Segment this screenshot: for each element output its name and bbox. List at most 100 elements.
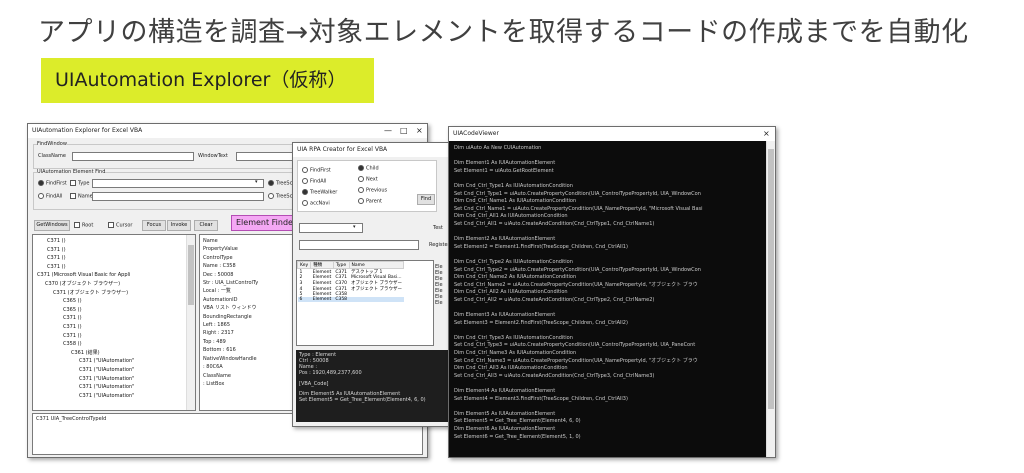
code-line: Dim Cnd_Ctrl_All3 As IUIAutomationCondit…	[454, 365, 568, 372]
code-line: Set Element6 = Get_Tree_Element(Element5…	[454, 433, 581, 440]
radio-treewalker[interactable]: TreeWalker	[302, 189, 337, 196]
tree-item[interactable]: C371 ("UIAutomation"	[35, 375, 195, 384]
right-cell: Ele	[435, 300, 443, 306]
col-kind[interactable]: 種類	[310, 261, 334, 269]
col-name[interactable]: Name	[348, 261, 405, 269]
code-line: Dim Element4 As IUIAutomationElement	[454, 388, 556, 394]
rpa-input[interactable]	[299, 240, 419, 250]
tree-item[interactable]: C371 (Microsoft Visual Basic for Appli	[35, 271, 195, 280]
radio-treewalker-label: TreeWalker	[310, 189, 338, 196]
code-line: Set Cnd_Ctrl_All2 = uiAuto.CreateAndCond…	[454, 296, 655, 303]
tree-item[interactable]: C371 ()	[35, 263, 195, 272]
tree-item[interactable]: C365 ()	[35, 297, 195, 306]
tree-item[interactable]: C358 ()	[35, 340, 195, 349]
radio-parent[interactable]: Parent	[358, 198, 382, 205]
classname-input[interactable]	[72, 152, 194, 161]
tree-item[interactable]: C371 ("UIAutomation"	[35, 383, 195, 392]
table-row[interactable]: 6 Element C358	[297, 297, 404, 302]
chevron-down-icon[interactable]: ▾	[255, 179, 258, 185]
radio-findfirst-label: FindFirst	[310, 167, 331, 174]
name-input[interactable]	[92, 192, 264, 201]
tree-item[interactable]: C371 (オブジェクト ブラウザー)	[35, 289, 195, 298]
findfirst-radio[interactable]: FindFirst	[38, 180, 67, 187]
maximize-button[interactable]: □	[400, 124, 408, 138]
minimize-button[interactable]: —	[384, 124, 392, 138]
tree-view[interactable]: C371 () C371 () C371 () C371 () C371 (Micros…	[32, 234, 196, 411]
type-combo[interactable]	[92, 179, 264, 188]
tree-item[interactable]: C371 ()	[35, 246, 195, 255]
treescope-radio-2[interactable]: TreeSc	[268, 193, 292, 200]
element-grid[interactable]: Key 種類 Type Name 1 Element C371 デスクトップ 1 2 El…	[296, 260, 434, 346]
explorer-title: UIAutomation Explorer for Excel VBA	[32, 127, 143, 134]
code-line: Set Element3 = Element2.FindFirst(TreeSc…	[454, 319, 628, 326]
col-type[interactable]: Type	[332, 261, 350, 269]
root-checkbox[interactable]: Root	[74, 222, 93, 229]
find-button[interactable]: Find	[417, 194, 435, 205]
code-line: Dim Cnd_Ctrl_Type2 As IUIAutomationCondi…	[454, 258, 573, 265]
type-checkbox[interactable]: Type	[70, 180, 89, 187]
table-cell	[349, 297, 404, 302]
findfirst-label: FindFirst	[46, 180, 67, 187]
tree-item[interactable]: C371 ()	[35, 332, 195, 341]
getwindows-button[interactable]: GetWindows	[34, 220, 70, 231]
col-key[interactable]: Key	[297, 261, 312, 269]
code-output: Dim uiAuto As New CUIAutomation Dim Eleme…	[449, 141, 775, 457]
table-cell: C371	[335, 275, 348, 280]
code-line: Dim Element6 As IUIAutomationElement	[454, 425, 556, 432]
radio-findfirst[interactable]: FindFirst	[302, 167, 331, 174]
tree-item[interactable]: C371 ()	[35, 237, 195, 246]
tree-item[interactable]: C365 ()	[35, 306, 195, 315]
tree-item[interactable]: C371 ("UIAutomation"	[35, 366, 195, 375]
name-checkbox[interactable]: Name	[70, 193, 93, 200]
radio-accnavi[interactable]: accNavi	[302, 200, 330, 207]
code-line: Dim Cnd_Ctrl_Type3 As IUIAutomationCondi…	[454, 334, 573, 341]
tree-item[interactable]: C371 ()	[35, 254, 195, 263]
table-cell: 6	[299, 297, 303, 302]
tree-item[interactable]: C371 ()	[35, 323, 195, 332]
code-line: Set Element5 = Get_Tree_Element(Element4…	[299, 397, 426, 403]
cursor-label: Cursor	[116, 222, 133, 229]
code-line: Set Cnd_Ctrl_Type2 = uiAuto.CreateProper…	[454, 266, 701, 273]
invoke-button[interactable]: Invoke	[167, 220, 191, 231]
findwindow-label: FindWindow	[37, 141, 67, 147]
radio-findall[interactable]: FindAll	[302, 178, 326, 185]
code-line: Dim Cnd_Ctrl_Type1 As IUIAutomationCondi…	[454, 182, 573, 189]
tree-item[interactable]: C371 ("UIAutomation"	[35, 392, 195, 401]
clear-button[interactable]: Clear	[194, 220, 218, 231]
radio-findall-label: FindAll	[310, 178, 327, 185]
radio-child[interactable]: Child	[358, 165, 379, 172]
element-finder-button[interactable]: Element Finder	[231, 215, 301, 231]
register-button[interactable]: Register	[429, 242, 450, 248]
viewer-titlebar: UIACodeViewer ×	[449, 127, 775, 141]
code-line: Dim Cnd_Ctrl_Name3 As IUIAutomationCondi…	[454, 350, 577, 357]
table-cell: C358	[335, 297, 348, 302]
viewer-close-button[interactable]: ×	[763, 127, 770, 141]
code-line: Set Cnd_Ctrl_Name1 = uiAuto.CreateProper…	[454, 205, 703, 212]
radio-next[interactable]: Next	[358, 176, 378, 183]
type-label: Type	[78, 180, 90, 187]
tree-item[interactable]: C361 (結果)	[35, 349, 195, 358]
radio-previous[interactable]: Previous	[358, 187, 387, 194]
test-button[interactable]: Test	[433, 225, 443, 231]
tree-item[interactable]: C371 ("UIAutomation"	[35, 357, 195, 366]
rpa-combo-chevron-icon[interactable]: ▾	[353, 224, 356, 230]
tree-item[interactable]: C371 ()	[35, 314, 195, 323]
code-line: Set Element4 = Element3.FindFirst(TreeSc…	[454, 395, 628, 402]
radio-child-label: Child	[366, 165, 379, 172]
close-button[interactable]: ×	[416, 124, 423, 138]
focus-button[interactable]: Focus	[142, 220, 166, 231]
treescope-radio-1[interactable]: TreeSc	[268, 180, 292, 187]
cursor-checkbox[interactable]: Cursor	[108, 222, 132, 229]
code-line: Dim Cnd_Ctrl_Name1 As IUIAutomationCondi…	[454, 198, 577, 205]
code-header: [VBA_Code]	[299, 381, 329, 387]
code-line: Set Cnd_Ctrl_Type3 = uiAuto.CreateProper…	[454, 342, 696, 349]
code-line: Set Cnd_Ctrl_All1 = uiAuto.CreateAndCond…	[454, 220, 655, 227]
code-line: Set Element5 = Get_Tree_Element(Element4…	[454, 418, 581, 425]
code-line: Set Cnd_Ctrl_Type1 = uiAuto.CreateProper…	[454, 190, 701, 197]
table-cell: C370	[335, 280, 348, 286]
radio-accnavi-label: accNavi	[310, 200, 330, 207]
tree-item[interactable]: C370 (オブジェクト ブラウザー)	[35, 280, 195, 289]
findall-radio[interactable]: FindAll	[38, 193, 62, 200]
